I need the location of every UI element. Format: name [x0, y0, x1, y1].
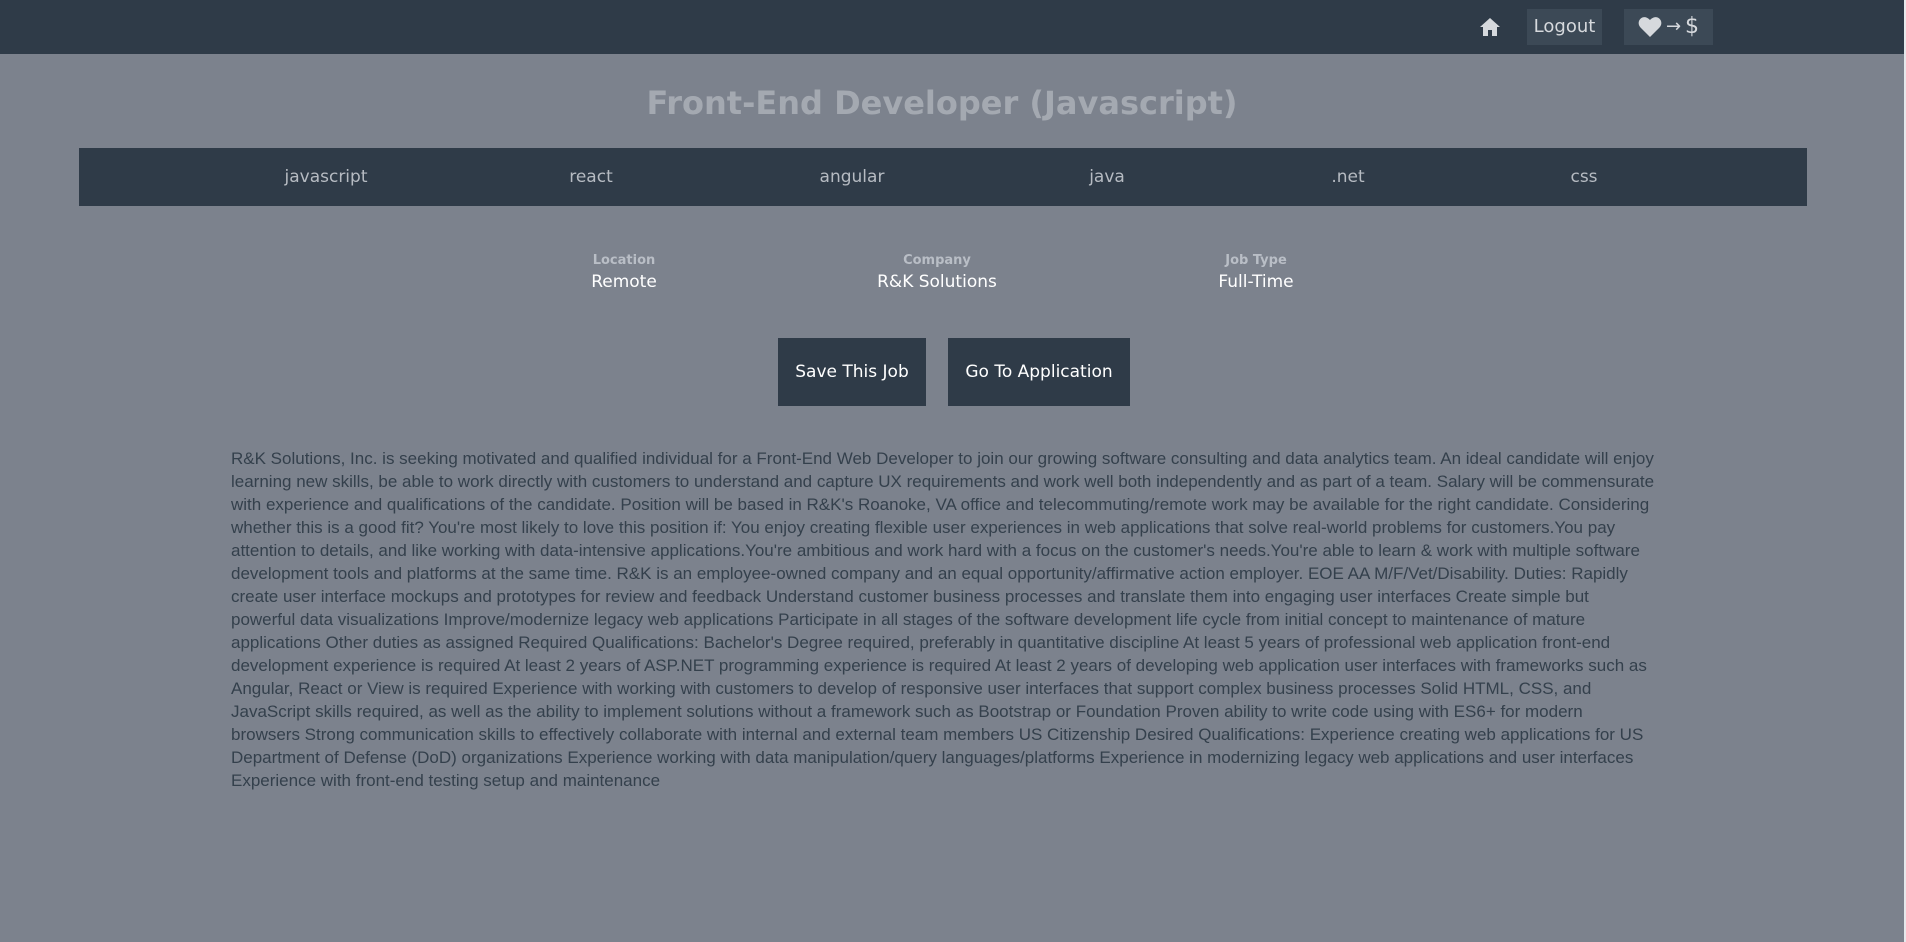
dollar-icon: $: [1685, 14, 1700, 39]
job-description: R&K Solutions, Inc. is seeking motivated…: [231, 449, 1655, 790]
company-value: R&K Solutions: [877, 272, 997, 292]
job-detail-page: Logout → $ Front-End Developer (Javascri…: [0, 0, 1906, 942]
job-title: Front-End Developer (Javascript): [646, 84, 1238, 122]
tag-css[interactable]: css: [1504, 148, 1664, 206]
tag-java[interactable]: java: [1027, 148, 1187, 206]
save-job-button[interactable]: Save This Job: [778, 338, 926, 406]
arrow-right-icon: →: [1665, 16, 1682, 37]
location-label: Location: [592, 253, 656, 268]
tag-javascript[interactable]: javascript: [246, 148, 406, 206]
meta-location: Location Remote: [514, 252, 734, 294]
home-icon: [1480, 18, 1500, 36]
tags-bar: javascript react angular java .net css: [79, 148, 1807, 206]
tag-dotnet[interactable]: .net: [1268, 148, 1428, 206]
top-navbar: Logout → $: [0, 0, 1904, 54]
location-value: Remote: [591, 272, 657, 292]
company-label: Company: [903, 253, 971, 268]
tag-react[interactable]: react: [511, 148, 671, 206]
job-type-value: Full-Time: [1218, 272, 1294, 292]
meta-company: Company R&K Solutions: [827, 252, 1047, 294]
heart-icon: [1638, 17, 1662, 37]
home-link[interactable]: [1476, 13, 1504, 41]
meta-job-type: Job Type Full-Time: [1146, 252, 1366, 294]
go-to-application-button[interactable]: Go To Application: [948, 338, 1130, 406]
logout-button[interactable]: Logout: [1527, 9, 1602, 45]
tag-angular[interactable]: angular: [772, 148, 932, 206]
job-type-label: Job Type: [1225, 253, 1287, 268]
donate-button[interactable]: → $: [1624, 9, 1713, 45]
